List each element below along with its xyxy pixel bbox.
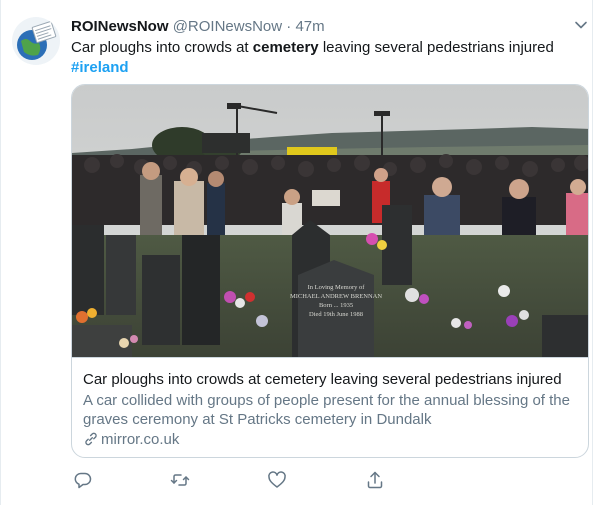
tweet-text: Car ploughs into crowds at cemetery leav…: [71, 38, 578, 78]
tweet-text-part: leaving several pedestrians injured: [318, 39, 554, 56]
link-icon: [85, 432, 97, 446]
author-handle[interactable]: @ROINewsNow: [173, 18, 282, 35]
link-card[interactable]: In Loving Memory of MICHAEL ANDREW BRENN…: [71, 84, 589, 458]
card-description: A car collided with groups of people pre…: [83, 392, 570, 428]
globe-newspaper-icon: [12, 17, 60, 65]
card-image[interactable]: In Loving Memory of MICHAEL ANDREW BRENN…: [72, 85, 589, 357]
timestamp[interactable]: 47m: [295, 18, 324, 35]
chevron-down-icon[interactable]: [573, 17, 589, 33]
author-name[interactable]: ROINewsNow: [71, 18, 169, 35]
share-icon[interactable]: [365, 470, 385, 490]
tweet-header: ROINewsNow @ROINewsNow · 47m: [71, 17, 552, 37]
card-title[interactable]: Car ploughs into crowds at cemetery leav…: [83, 370, 562, 390]
separator: ·: [286, 18, 292, 35]
like-icon[interactable]: [267, 470, 287, 490]
tweet-text-part: Car ploughs into crowds at: [71, 39, 253, 56]
headstone-inscription-line: MICHAEL ANDREW BRENNAN: [290, 293, 382, 300]
card-domain-text[interactable]: mirror.co.uk: [101, 431, 179, 448]
reply-icon[interactable]: [73, 470, 93, 490]
headstone-inscription-line: In Loving Memory of: [308, 284, 366, 291]
headstone-inscription-line: Died 19th June 1988: [309, 311, 363, 318]
hashtag-link[interactable]: #ireland: [71, 59, 129, 76]
card-domain[interactable]: mirror.co.uk: [83, 430, 179, 450]
tweet[interactable]: ROINewsNow @ROINewsNow · 47m Car ploughs…: [0, 0, 593, 505]
headstone-inscription-line: Born ... 1935: [319, 302, 353, 309]
retweet-icon[interactable]: [170, 470, 190, 490]
tweet-text-highlight: cemetery: [252, 39, 319, 56]
card-body[interactable]: Car ploughs into crowds at cemetery leav…: [72, 357, 588, 457]
avatar[interactable]: [12, 17, 60, 65]
tweet-actions: [71, 470, 589, 490]
